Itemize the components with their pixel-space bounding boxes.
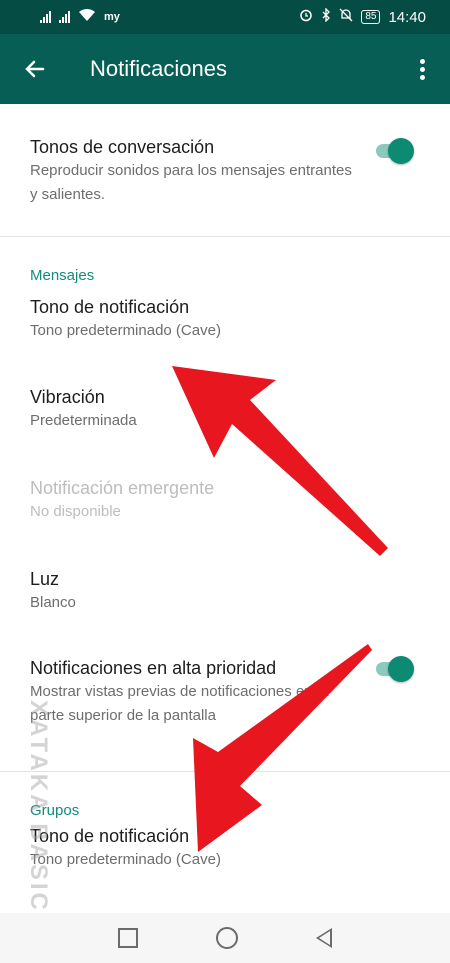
settings-list: Tonos de conversación Reproducir sonidos… (0, 104, 450, 886)
setting-title: Tono de notificación (30, 297, 190, 317)
setting-subtitle: No disponible (30, 503, 121, 520)
setting-subtitle: Blanco (30, 594, 76, 611)
setting-popup-notification: Notificación emergente No disponible (0, 462, 450, 553)
status-left: my (40, 8, 120, 26)
status-right: 85 14:40 (299, 7, 426, 26)
setting-notification-tone[interactable]: Tono de notificación Tono predeterminado… (0, 281, 450, 371)
setting-conversation-tones[interactable]: Tonos de conversación Reproducir sonidos… (0, 104, 450, 236)
carrier-label: my (104, 11, 120, 23)
section-header-groups: Grupos (30, 802, 80, 819)
bluetooth-icon (321, 7, 331, 26)
setting-group-notification-tone[interactable]: Tono de notificación Tono predeterminado… (0, 816, 450, 886)
setting-subtitle: Reproducir sonidos para los mensajes ent… (30, 162, 352, 203)
mute-icon (339, 8, 353, 26)
watermark: XATAKA BASICS (25, 700, 52, 932)
signal-icon (59, 11, 70, 23)
setting-title: Vibración (30, 387, 105, 407)
status-time: 14:40 (388, 8, 426, 26)
high-priority-toggle[interactable] (372, 656, 414, 682)
setting-title: Tonos de conversación (30, 137, 215, 157)
setting-vibration[interactable]: Vibración Predeterminada (0, 371, 450, 462)
home-icon[interactable] (216, 927, 238, 949)
conversation-tones-toggle[interactable] (372, 138, 414, 164)
app-bar: Notificaciones (0, 34, 450, 104)
setting-title: Notificación emergente (30, 478, 215, 498)
recents-icon[interactable] (118, 928, 138, 948)
setting-subtitle: Mostrar vistas previas de notificaciones… (30, 683, 329, 724)
setting-subtitle: Predeterminada (30, 412, 137, 429)
page-title: Notificaciones (90, 56, 227, 81)
wifi-icon (78, 8, 96, 26)
setting-high-priority[interactable]: Notificaciones en alta prioridad Mostrar… (0, 642, 450, 771)
setting-subtitle: Tono predeterminado (Cave) (30, 851, 221, 868)
section-header-messages: Mensajes (30, 267, 95, 284)
arrow-left-icon (25, 60, 45, 78)
status-bar: my 85 14:40 (0, 0, 450, 34)
setting-title: Tono de notificación (30, 826, 190, 846)
battery-icon: 85 (361, 10, 381, 24)
setting-title: Notificaciones en alta prioridad (30, 658, 277, 678)
back-button[interactable] (18, 52, 52, 86)
system-nav-bar (0, 913, 450, 963)
battery-level: 85 (365, 11, 377, 22)
back-nav-icon[interactable] (316, 928, 332, 948)
setting-title: Luz (30, 569, 60, 589)
setting-subtitle: Tono predeterminado (Cave) (30, 322, 221, 339)
setting-light[interactable]: Luz Blanco (0, 553, 450, 642)
alarm-icon (299, 8, 313, 26)
more-vert-icon[interactable] (412, 58, 432, 80)
signal-icon (40, 11, 51, 23)
